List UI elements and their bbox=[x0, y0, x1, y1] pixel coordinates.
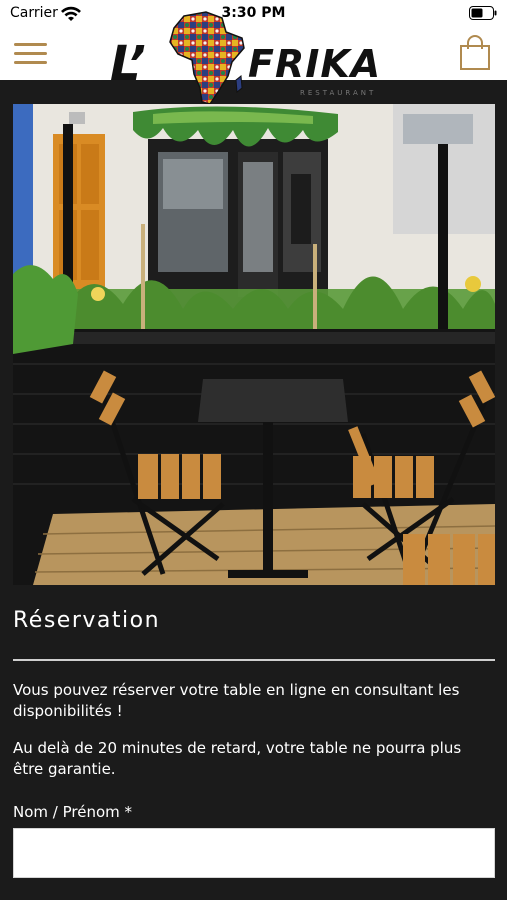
logo-name: FRIKA bbox=[248, 42, 382, 86]
reservation-info-text: Vous pouvez réserver votre table en lign… bbox=[13, 681, 460, 720]
name-input[interactable] bbox=[13, 828, 495, 878]
name-field-label: Nom / Prénom * bbox=[13, 803, 133, 821]
restaurant-logo[interactable]: L’ FRIKA RESTAURANT bbox=[110, 6, 400, 106]
africa-map-icon bbox=[169, 11, 245, 105]
app-header: L’ FRIKA RESTAURANT bbox=[0, 11, 507, 105]
reservation-title: Réservation bbox=[13, 608, 161, 633]
restaurant-terrace-photo bbox=[13, 104, 495, 585]
battery-icon bbox=[469, 6, 497, 20]
logo-prefix: L’ bbox=[110, 36, 146, 92]
hamburger-menu-icon[interactable] bbox=[14, 41, 47, 67]
logo-subtitle: RESTAURANT bbox=[300, 89, 377, 97]
section-divider bbox=[13, 659, 495, 661]
late-policy-text: Au delà de 20 minutes de retard, votre t… bbox=[13, 739, 462, 778]
shopping-bag-icon[interactable] bbox=[459, 35, 491, 71]
